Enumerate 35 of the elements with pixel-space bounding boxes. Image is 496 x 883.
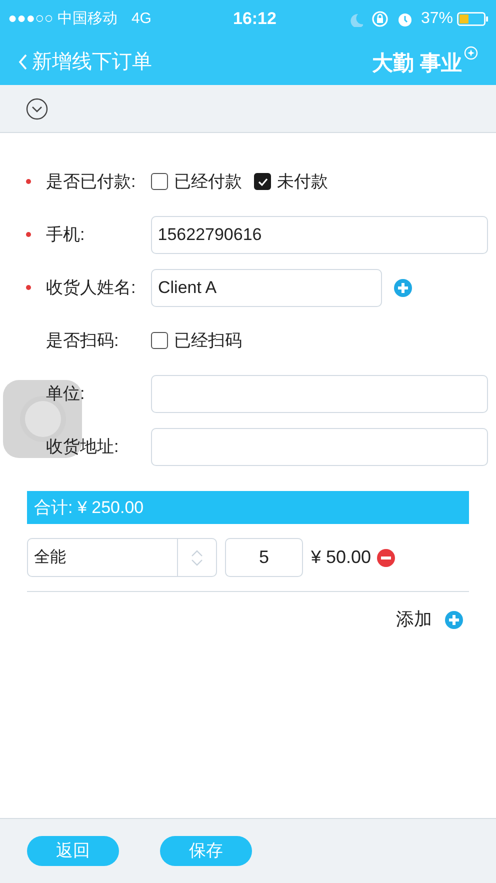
add-icon <box>444 610 463 629</box>
checkbox-option[interactable]: 未付款 <box>254 168 328 194</box>
plus-badge-icon <box>464 46 478 60</box>
field-label: 是否扫码: <box>46 330 120 352</box>
chevron-left-icon <box>18 52 28 70</box>
checkbox-option[interactable]: 已经付款 <box>151 168 242 194</box>
alarm-icon <box>396 11 413 27</box>
spinner-icon <box>190 548 204 566</box>
remove-icon[interactable] <box>376 548 396 567</box>
checkbox-option[interactable]: 已经扫码 <box>151 328 242 354</box>
field-label: 收货地址: <box>46 436 120 458</box>
total-bar: 合计: ¥ 250.00 <box>27 491 469 524</box>
input-field[interactable] <box>150 374 488 412</box>
field-label: 单位: <box>46 382 86 405</box>
network-label: 4G <box>131 8 152 29</box>
input-field[interactable] <box>150 428 488 466</box>
add-item-button[interactable]: 添加 <box>396 606 463 633</box>
field-label: 收货人姓名: <box>46 276 137 299</box>
status-time: 16:12 <box>232 8 276 30</box>
price-label: ¥ 50.00 <box>311 546 372 569</box>
quantity-field[interactable]: 5 <box>225 538 303 577</box>
product-select[interactable]: 全能 <box>27 538 217 577</box>
field-label: 是否已付款: <box>46 170 137 193</box>
battery-icon <box>457 12 488 26</box>
rotation-lock-icon <box>370 10 389 28</box>
expand-toggle-icon[interactable] <box>26 98 48 120</box>
moon-icon <box>348 12 363 26</box>
field-label: 手机: <box>46 224 86 246</box>
carrier-label: ●●●○○ 中国移动 <box>8 8 118 29</box>
add-icon[interactable] <box>393 278 412 297</box>
input-field[interactable]: Client A <box>151 268 382 306</box>
battery-percent: 37% <box>420 9 453 29</box>
input-field[interactable]: 15622790616 <box>150 216 488 254</box>
brand-logo: 大勤 事业 <box>372 50 462 77</box>
checkmark-icon <box>256 176 268 188</box>
